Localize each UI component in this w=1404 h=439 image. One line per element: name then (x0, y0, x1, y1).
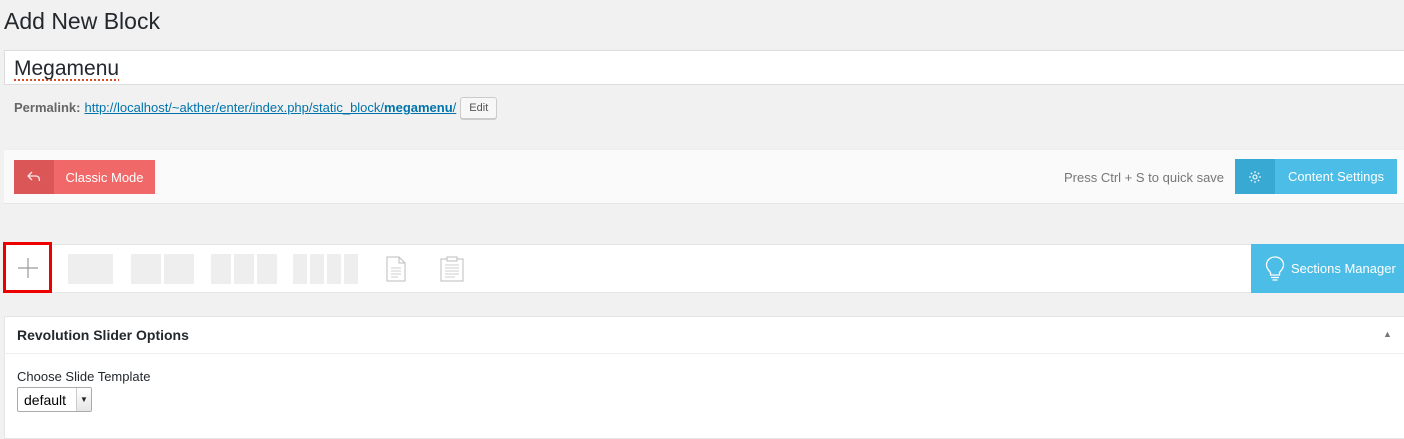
metabox-header[interactable] (4, 316, 1404, 354)
templates-icon[interactable] (440, 256, 464, 287)
metabox-title: Revolution Slider Options (17, 327, 189, 343)
permalink-url-tail: / (452, 100, 457, 115)
row-4-columns-icon[interactable] (293, 254, 358, 284)
text-block-icon[interactable] (386, 256, 406, 287)
content-settings-button[interactable]: Content Settings (1235, 159, 1397, 194)
sections-manager-label: Sections Manager (1291, 261, 1396, 276)
row-1-column-icon[interactable] (68, 254, 113, 284)
add-element-button[interactable] (3, 242, 52, 293)
quick-save-hint: Press Ctrl + S to quick save (1064, 170, 1225, 185)
classic-mode-button[interactable]: Classic Mode (14, 160, 155, 194)
back-arrow-icon (14, 160, 54, 194)
permalink-url-base: http://localhost/~akther/enter/index.php… (84, 100, 385, 115)
sections-manager-button[interactable]: Sections Manager (1251, 244, 1404, 293)
post-title-input[interactable]: Megamenu (4, 50, 1404, 85)
collapse-toggle-icon[interactable]: ▲ (1383, 329, 1392, 339)
classic-mode-label: Classic Mode (65, 169, 144, 185)
slide-template-label: Choose Slide Template (17, 369, 151, 384)
permalink-link[interactable]: http://localhost/~akther/enter/index.php… (84, 99, 456, 117)
permalink-row: Permalink: http://localhost/~akther/ente… (14, 97, 498, 119)
plus-icon (17, 257, 38, 278)
chevron-down-icon: ▼ (76, 388, 91, 411)
page-title: Add New Block (4, 8, 160, 34)
permalink-label: Permalink: (14, 100, 81, 115)
slide-template-value: default (24, 391, 67, 408)
permalink-slug: megamenu (384, 100, 453, 115)
lightbulb-icon (1265, 255, 1285, 281)
edit-permalink-button[interactable]: Edit (460, 97, 498, 119)
gear-icon (1235, 159, 1275, 194)
row-3-columns-icon[interactable] (211, 254, 277, 284)
slide-template-select[interactable]: default ▼ (17, 387, 92, 412)
row-2-columns-icon[interactable] (131, 254, 194, 284)
content-settings-label: Content Settings (1287, 169, 1385, 184)
post-title-value: Megamenu (14, 57, 120, 80)
